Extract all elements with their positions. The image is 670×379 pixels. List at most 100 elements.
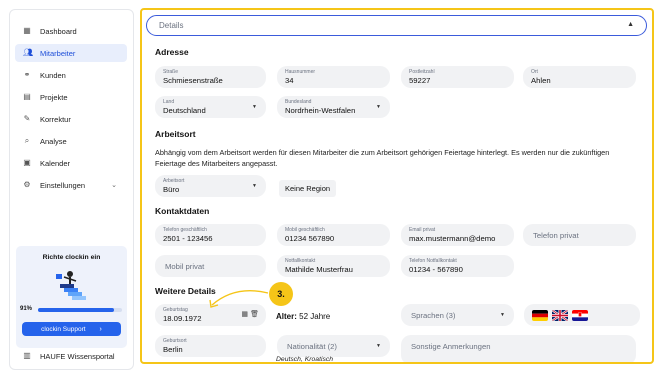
alter-display: Alter: 52 Jahre <box>276 312 330 321</box>
sidebar-item-label: Korrektur <box>40 114 71 124</box>
arbeitsort-select[interactable]: Arbeitsort Büro ▼ <box>155 175 266 197</box>
flag-uk-icon <box>552 310 568 321</box>
button-label: clockin Support <box>41 325 86 333</box>
mobil-privat-field[interactable]: Mobil privat <box>155 255 266 277</box>
field-value: 59227 <box>409 76 431 85</box>
chevron-down-icon: ⌄ <box>111 182 117 189</box>
dashboard-icon: ▦ <box>23 26 31 35</box>
field-label: Mobil geschäftlich <box>285 227 325 233</box>
field-label: Notfallkontakt <box>285 258 316 264</box>
details-label: Details <box>159 21 184 30</box>
field-label: Hausnummer <box>285 69 316 75</box>
notfallkontakt-field[interactable]: Notfallkontakt Mathilde Musterfrau <box>277 255 390 277</box>
geburtsort-field[interactable]: Geburtsort Berlin <box>155 335 266 357</box>
bundesland-select[interactable]: Bundesland Nordrhein-Westfalen ▼ <box>277 96 390 118</box>
field-value: Schmiesenstraße <box>163 76 223 85</box>
sidebar: ▦ Dashboard 👥︎ Mitarbeiter ⚭ Kunden ▤ Pr… <box>9 9 134 370</box>
sidebar-item-kalender[interactable]: ▣ Kalender <box>15 154 127 172</box>
progress-fill <box>38 308 115 312</box>
field-label: Geburtsort <box>163 338 187 344</box>
alter-label: Alter: <box>276 312 297 321</box>
magnifier-icon: ⌕ <box>24 136 30 145</box>
ort-field[interactable]: Ort Ahlen <box>523 66 636 88</box>
nationalitaet-values: Deutsch, Kroatisch <box>276 356 334 363</box>
clockin-support-button[interactable]: clockin Support › <box>22 322 121 336</box>
sidebar-item-label: Kunden <box>40 70 66 80</box>
setup-illustration-icon <box>56 271 86 300</box>
trash-icon[interactable]: 🗑︎ <box>250 310 259 318</box>
postleitzahl-field[interactable]: Postleitzahl 59227 <box>401 66 514 88</box>
field-placeholder: Nationalität (2) <box>287 342 337 351</box>
sidebar-item-label: Analyse <box>40 136 67 146</box>
sprachen-select[interactable]: Sprachen (3) ▼ <box>401 304 514 326</box>
sidebar-item-mitarbeiter[interactable]: 👥︎ Mitarbeiter <box>15 44 127 62</box>
section-title-kontaktdaten: Kontaktdaten <box>155 206 210 216</box>
sidebar-item-analyse[interactable]: ⌕ Analyse <box>15 132 127 150</box>
field-value: Ahlen <box>531 76 551 85</box>
land-select[interactable]: Land Deutschland ▼ <box>155 96 266 118</box>
strasse-field[interactable]: Straße Schmiesenstraße <box>155 66 266 88</box>
field-value: Berlin <box>163 345 183 354</box>
sidebar-item-dashboard[interactable]: ▦ Dashboard <box>15 22 127 40</box>
hausnummer-field[interactable]: Hausnummer 34 <box>277 66 390 88</box>
flag-croatia-icon <box>572 310 588 321</box>
step-callout-badge: 3. <box>269 282 293 306</box>
field-placeholder: Mobil privat <box>165 262 205 271</box>
field-label: Telefon Notfallkontakt <box>409 258 457 264</box>
mobil-geschaeftlich-field[interactable]: Mobil geschäftlich 01234 567890 <box>277 224 390 246</box>
sidebar-item-label: Projekte <box>40 92 68 102</box>
field-value: max.mustermann@demo <box>409 234 496 243</box>
sidebar-item-projekte[interactable]: ▤ Projekte <box>15 88 127 106</box>
field-value: Nordrhein-Westfalen <box>285 106 356 115</box>
field-value: 2501 - 123456 <box>163 234 213 243</box>
sonstige-anmerkungen-field[interactable]: Sonstige Anmerkungen <box>401 335 636 362</box>
field-value: 34 <box>285 76 294 85</box>
dropdown-triangle-icon: ▼ <box>376 104 381 110</box>
field-value: Deutschland <box>163 106 206 115</box>
field-label: Postleitzahl <box>409 69 435 75</box>
field-label: Email privat <box>409 227 436 233</box>
calendar-icon: ▣ <box>23 158 31 167</box>
field-label: Bundesland <box>285 99 312 105</box>
field-placeholder: Telefon privat <box>533 231 579 240</box>
chevron-right-icon: › <box>99 325 102 333</box>
telefon-notfallkontakt-field[interactable]: Telefon Notfallkontakt 01234 - 567890 <box>401 255 514 277</box>
employee-details-panel: Details ▲ Adresse Straße Schmiesenstraße… <box>140 8 654 364</box>
dropdown-triangle-icon: ▼ <box>252 104 257 110</box>
geburtstag-field[interactable]: Geburtstag 18.09.1972 ▦ 🗑︎ <box>155 304 266 326</box>
clipboard-icon: ▤ <box>23 92 31 101</box>
flag-germany-icon <box>532 310 548 321</box>
sidebar-item-label: Mitarbeiter <box>40 48 76 58</box>
sidebar-item-label: Einstellungen <box>40 180 86 190</box>
setup-promo-card: Richte clockin ein 91% clockin Support › <box>16 246 127 348</box>
setup-progress-bar <box>38 308 122 312</box>
section-title-arbeitsort: Arbeitsort <box>155 129 196 139</box>
field-label: Telefon geschäftlich <box>163 227 207 233</box>
field-label: Ort <box>531 69 538 75</box>
sidebar-item-kunden[interactable]: ⚭ Kunden <box>15 66 127 84</box>
sidebar-item-korrektur[interactable]: ✎ Korrektur <box>15 110 127 128</box>
sidebar-item-label: HAUFE Wissensportal <box>40 351 115 361</box>
field-label: Arbeitsort <box>163 178 185 184</box>
language-flags <box>524 304 640 326</box>
email-privat-field[interactable]: Email privat max.mustermann@demo <box>401 224 514 246</box>
field-value: 01234 567890 <box>285 234 335 243</box>
sidebar-item-einstellungen[interactable]: ⚙ Einstellungen ⌄ <box>15 176 127 194</box>
region-badge: Keine Region <box>279 180 337 197</box>
edit-icon: ✎ <box>23 114 31 123</box>
telefon-privat-field[interactable]: Telefon privat <box>523 224 636 246</box>
calendar-icon[interactable]: ▦ <box>241 310 248 318</box>
sidebar-item-label: Kalender <box>40 158 71 168</box>
gear-icon: ⚙ <box>23 180 31 189</box>
nationalitaet-select[interactable]: Nationalität (2) ▼ <box>277 335 390 357</box>
promo-percent: 91% <box>20 306 33 312</box>
promo-title: Richte clockin ein <box>42 254 101 261</box>
field-value: 01234 - 567890 <box>409 265 463 274</box>
sidebar-item-haufe-portal[interactable]: ▥ HAUFE Wissensportal <box>15 347 127 365</box>
field-placeholder: Sprachen (3) <box>411 311 456 320</box>
sidebar-item-label: Dashboard <box>40 26 77 36</box>
caret-up-icon: ▲ <box>627 21 634 28</box>
details-accordion-header[interactable]: Details ▲ <box>146 15 647 36</box>
telefon-geschaeftlich-field[interactable]: Telefon geschäftlich 2501 - 123456 <box>155 224 266 246</box>
field-label: Straße <box>163 69 179 75</box>
